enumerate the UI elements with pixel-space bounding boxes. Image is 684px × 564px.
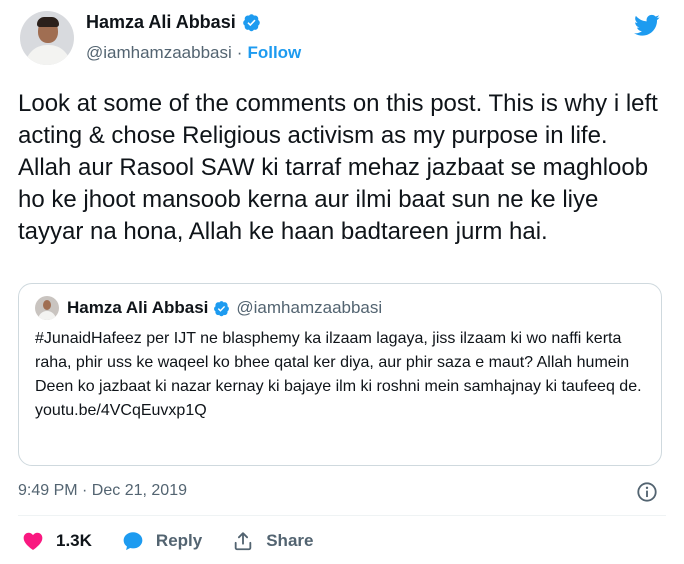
reply-label: Reply xyxy=(155,531,203,550)
tweet-actions: 1.3K Reply Share xyxy=(22,530,343,552)
like-button[interactable]: 1.3K xyxy=(22,530,92,552)
quoted-author-handle: @iamhamzaabbasi xyxy=(236,298,383,317)
follow-link[interactable]: Follow xyxy=(247,43,301,63)
info-icon[interactable] xyxy=(636,481,658,503)
quoted-author-avatar xyxy=(35,296,59,320)
quoted-tweet-link[interactable]: youtu.be/4VCqEuvxp1Q xyxy=(35,402,207,419)
actions-divider xyxy=(18,515,666,516)
tweet-timestamp-row: 9:49 PM · Dec 21, 2019 xyxy=(18,482,187,500)
author-name[interactable]: Hamza Ali Abbasi xyxy=(86,12,236,33)
quoted-tweet-text: #JunaidHafeez per IJT ne blasphemy ka il… xyxy=(35,327,645,423)
author-avatar[interactable] xyxy=(20,11,74,65)
author-handle[interactable]: @iamhamzaabbasi xyxy=(86,43,232,63)
heart-icon xyxy=(23,532,43,550)
tweet-text: Look at some of the comments on this pos… xyxy=(18,90,658,245)
like-count: 1.3K xyxy=(56,531,92,550)
share-button[interactable]: Share xyxy=(232,530,313,552)
verified-badge-icon xyxy=(242,14,260,32)
verified-badge-icon xyxy=(214,300,230,316)
reply-bubble-icon xyxy=(123,532,143,551)
quoted-tweet-header: Hamza Ali Abbasi @iamhamzaabbasi xyxy=(35,296,382,320)
author-name-row: Hamza Ali Abbasi xyxy=(86,12,261,33)
twitter-bird-icon[interactable] xyxy=(632,12,662,38)
author-handle-row: @iamhamzaabbasi · Follow xyxy=(86,43,301,63)
share-icon xyxy=(234,532,252,551)
tweet-card: Hamza Ali Abbasi @iamhamzaabbasi · Follo… xyxy=(0,0,684,564)
quoted-tweet-body: #JunaidHafeez per IJT ne blasphemy ka il… xyxy=(35,330,642,395)
quoted-tweet[interactable]: Hamza Ali Abbasi @iamhamzaabbasi #Junaid… xyxy=(18,283,662,466)
share-label: Share xyxy=(266,531,314,550)
separator-dot: · xyxy=(236,43,243,62)
tweet-timestamp[interactable]: 9:49 PM · Dec 21, 2019 xyxy=(18,482,187,500)
reply-button[interactable]: Reply xyxy=(122,530,202,552)
quoted-author-name: Hamza Ali Abbasi xyxy=(67,298,209,317)
